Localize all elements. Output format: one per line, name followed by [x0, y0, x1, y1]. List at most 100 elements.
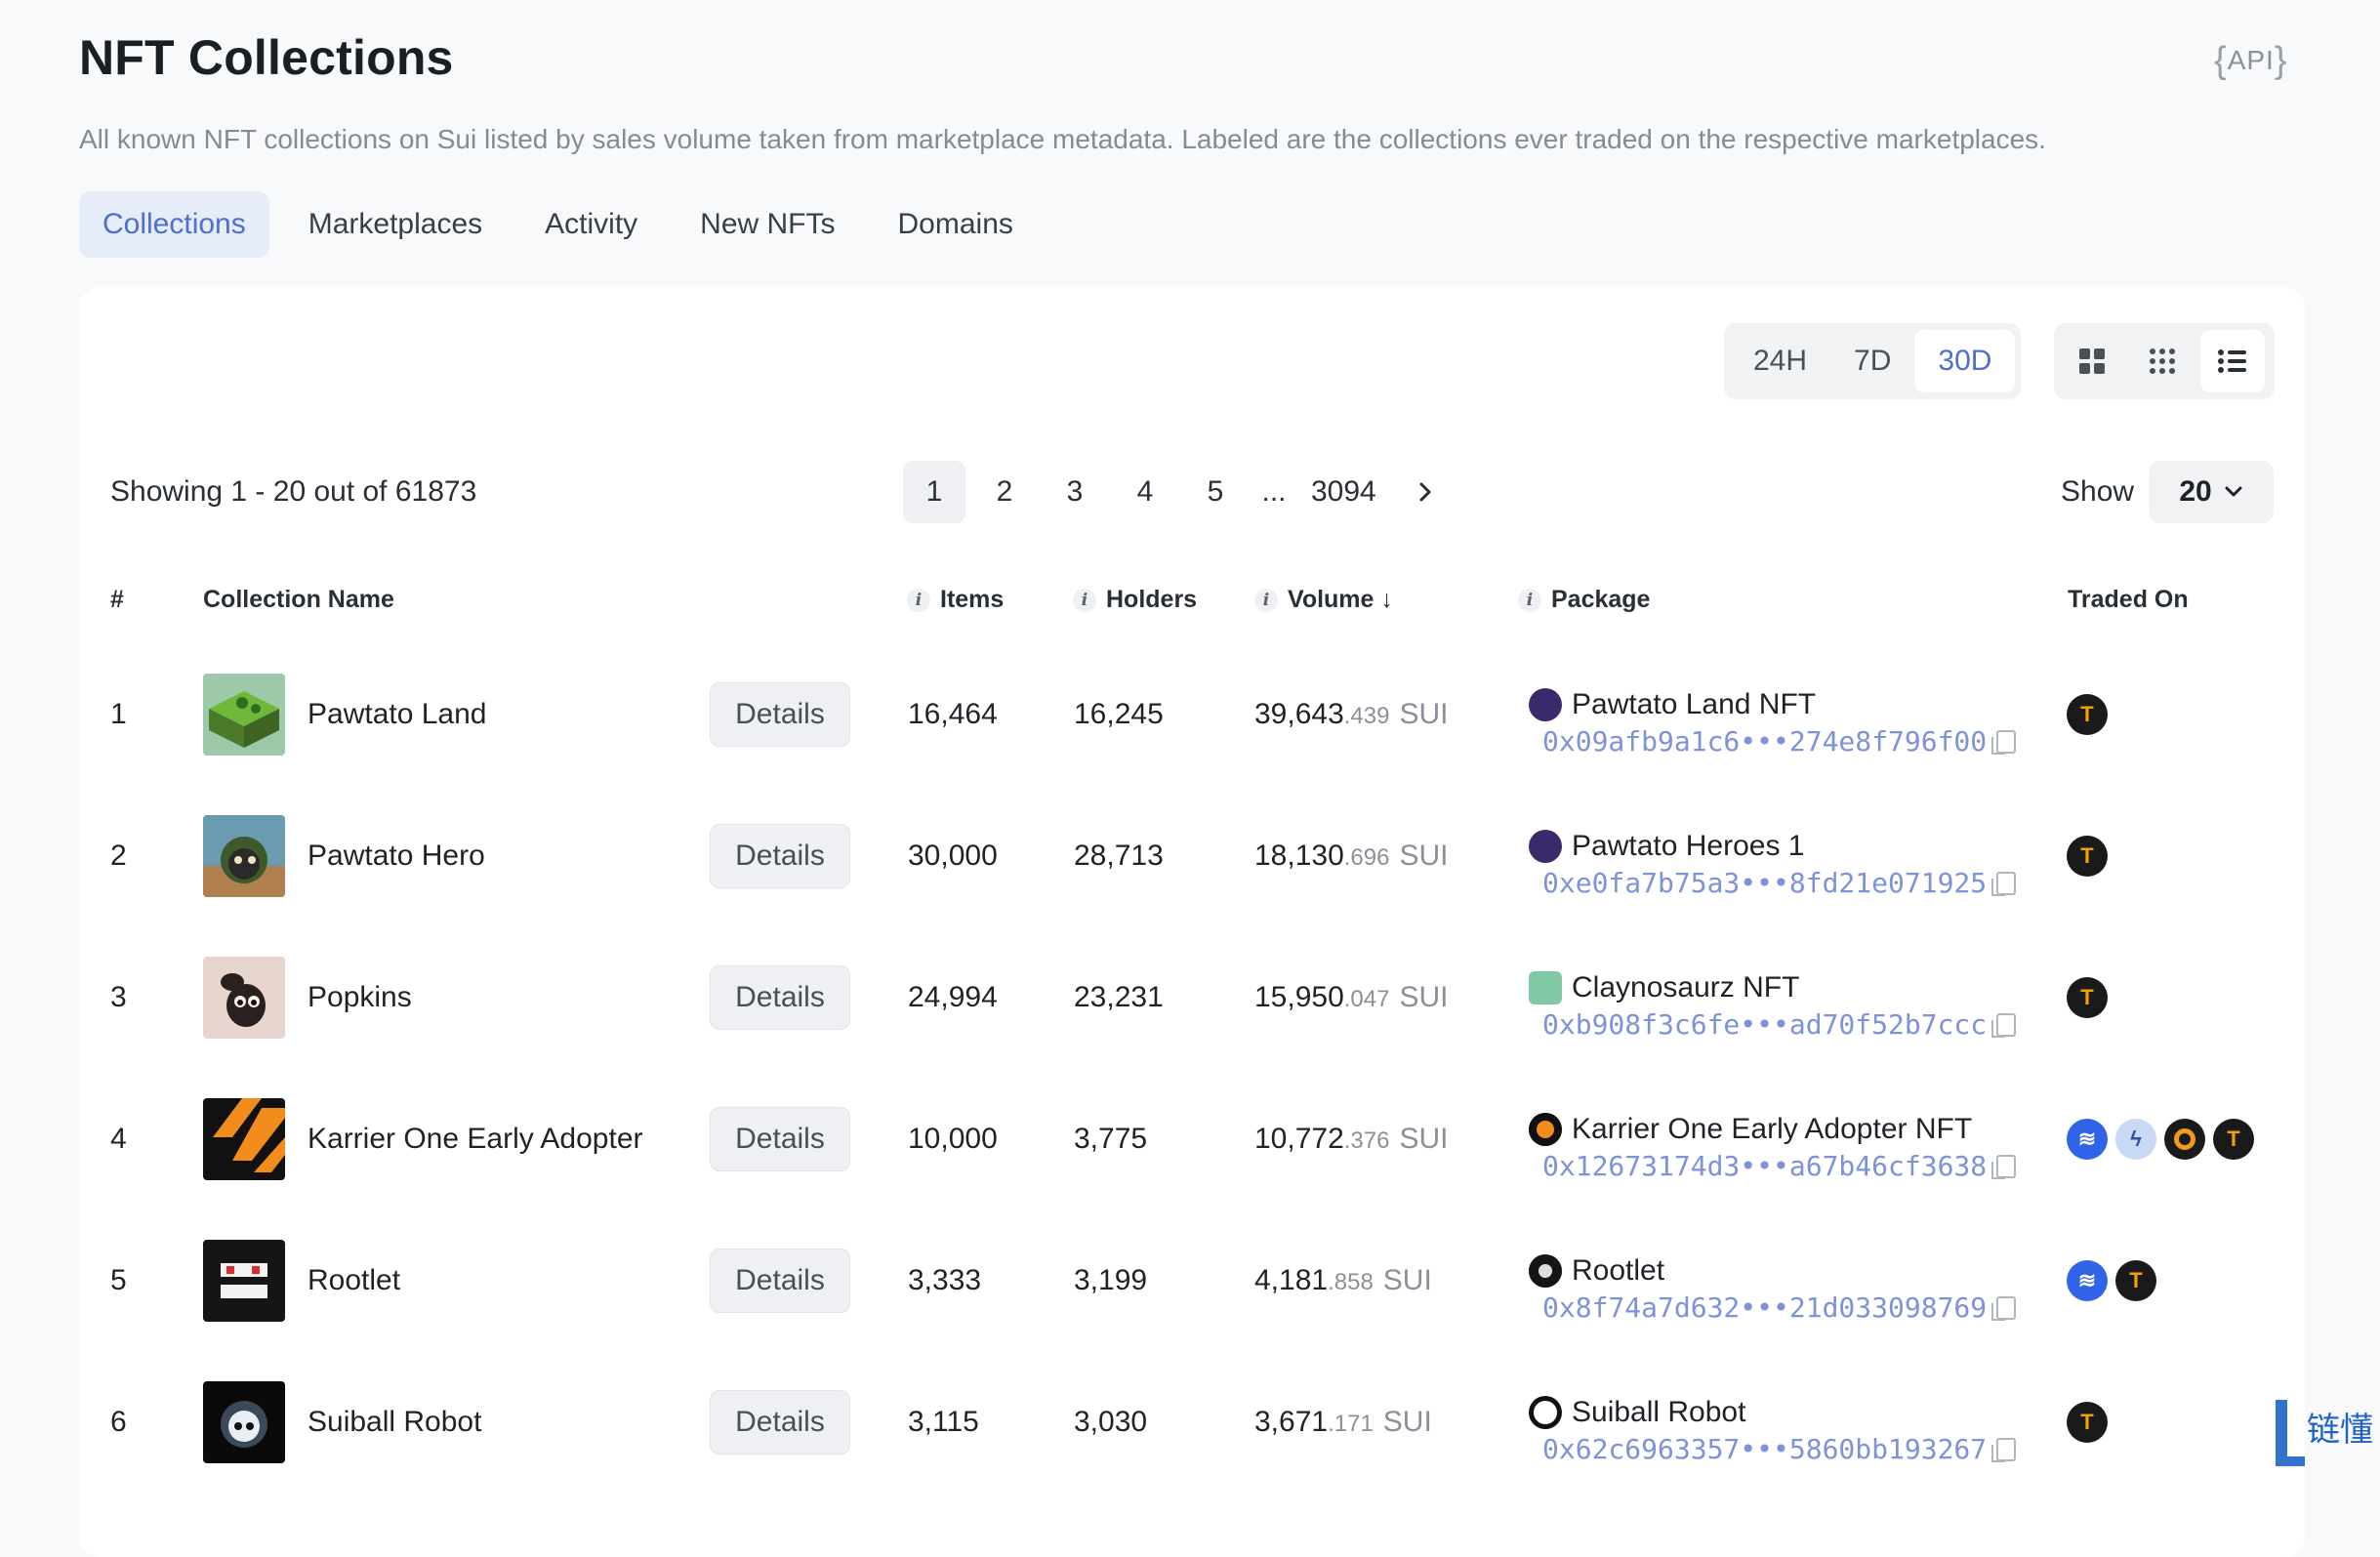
details-button[interactable]: Details [710, 1106, 850, 1171]
wave-marketplace-icon[interactable]: ≋ [2067, 1259, 2108, 1301]
grid-small-view-button[interactable] [2130, 330, 2195, 392]
tradeport-icon[interactable]: T [2067, 693, 2108, 735]
package-address[interactable]: 0x8f74a7d632•••21d033098769 [1542, 1291, 1987, 1324]
watermark-logo: 链懂 [2268, 1396, 2380, 1468]
tradeport-icon[interactable]: T [2067, 835, 2108, 877]
table-row[interactable]: 3 Popkins Details 24,994 23,231 15,950.0… [79, 926, 2305, 1068]
page-5-button[interactable]: 5 [1184, 461, 1247, 523]
row-rank: 2 [110, 839, 127, 872]
info-icon[interactable]: i [1254, 588, 1278, 612]
column-header-package[interactable]: i Package [1518, 586, 1650, 614]
collection-thumbnail[interactable] [203, 1380, 285, 1463]
page-1-button[interactable]: 1 [903, 461, 965, 523]
page-4-button[interactable]: 4 [1114, 461, 1176, 523]
package-logo-icon [1529, 1254, 1562, 1288]
page-2-button[interactable]: 2 [973, 461, 1036, 523]
items-count: 30,000 [908, 839, 998, 872]
package-address[interactable]: 0xe0fa7b75a3•••8fd21e071925 [1542, 867, 1987, 899]
package-name[interactable]: Pawtato Land NFT [1572, 688, 1816, 721]
info-icon[interactable]: i [907, 588, 930, 612]
collection-name[interactable]: Suiball Robot [308, 1406, 481, 1439]
copy-icon[interactable] [1991, 1295, 2017, 1321]
page-size-select[interactable]: 20 [2149, 461, 2274, 523]
collection-thumbnail[interactable] [203, 1097, 285, 1180]
traded-on-list: T [2067, 976, 2108, 1018]
copy-icon[interactable] [1991, 729, 2017, 755]
collection-thumbnail[interactable] [203, 673, 285, 756]
collection-name[interactable]: Karrier One Early Adopter [308, 1123, 643, 1156]
chevron-down-icon [2225, 486, 2242, 497]
volume-value: 4,181.858 SUI [1254, 1263, 1432, 1296]
copy-icon[interactable] [1991, 1154, 2017, 1179]
tab-domains[interactable]: Domains [875, 191, 1037, 258]
tab-new-nfts[interactable]: New NFTs [677, 191, 858, 258]
page-last-button[interactable]: 3094 [1301, 461, 1386, 523]
collection-name[interactable]: Rootlet [308, 1264, 400, 1297]
collection-name[interactable]: Pawtato Land [308, 698, 486, 731]
package-name[interactable]: Karrier One Early Adopter NFT [1572, 1113, 1972, 1146]
api-button[interactable]: {API} [2214, 37, 2288, 81]
row-rank: 5 [110, 1263, 127, 1296]
column-header-holders[interactable]: i Holders [1073, 586, 1197, 614]
package-name[interactable]: Rootlet [1572, 1254, 1664, 1288]
table-row[interactable]: 6 Suiball Robot Details 3,115 3,030 3,67… [79, 1351, 2305, 1493]
bolt-marketplace-icon[interactable]: ϟ [2115, 1118, 2156, 1160]
grid-large-icon [2079, 348, 2105, 374]
details-button[interactable]: Details [710, 964, 850, 1030]
tradeport-icon[interactable]: T [2213, 1118, 2254, 1160]
column-header-name: Collection Name [203, 586, 394, 613]
table-row[interactable]: 2 Pawtato Hero Details 30,000 28,713 18,… [79, 785, 2305, 926]
copy-icon[interactable] [1991, 871, 2017, 896]
next-page-button[interactable] [1394, 461, 1457, 523]
info-icon[interactable]: i [1518, 588, 1541, 612]
column-header-traded-on: Traded On [2068, 586, 2189, 613]
package-address[interactable]: 0x12673174d3•••a67b46cf3638 [1542, 1150, 1987, 1182]
collection-thumbnail[interactable] [203, 814, 285, 897]
list-view-button[interactable] [2200, 330, 2265, 392]
page-3-button[interactable]: 3 [1044, 461, 1106, 523]
grid-large-view-button[interactable] [2060, 330, 2124, 392]
table-row[interactable]: 5 Rootlet Details 3,333 3,199 4,181.858 S… [79, 1209, 2305, 1351]
details-button[interactable]: Details [710, 1248, 850, 1313]
tradeport-icon[interactable]: T [2067, 1401, 2108, 1443]
traded-on-list: T [2067, 835, 2108, 877]
package-cell: Rootlet 0x8f74a7d632•••21d033098769 [1529, 1254, 2017, 1324]
collection-name[interactable]: Popkins [308, 981, 412, 1014]
column-header-items[interactable]: i Items [907, 586, 1004, 614]
package-name[interactable]: Claynosaurz NFT [1572, 971, 1799, 1004]
copy-icon[interactable] [1991, 1437, 2017, 1462]
traded-on-list: ≋ ϟ T [2067, 1118, 2254, 1160]
ring-marketplace-icon[interactable] [2164, 1118, 2205, 1160]
package-name[interactable]: Suiball Robot [1572, 1396, 1745, 1429]
collection-name[interactable]: Pawtato Hero [308, 840, 485, 873]
tab-collections[interactable]: Collections [79, 191, 269, 258]
table-row[interactable]: 4 Karrier One Early Adopter Details 10,0… [79, 1068, 2305, 1209]
tradeport-icon[interactable]: T [2067, 976, 2108, 1018]
holders-count: 3,775 [1074, 1122, 1148, 1155]
copy-icon[interactable] [1991, 1012, 2017, 1038]
row-rank: 3 [110, 980, 127, 1013]
column-header-volume[interactable]: i Volume ↓ [1254, 586, 1393, 614]
package-name[interactable]: Pawtato Heroes 1 [1572, 830, 1804, 863]
tab-marketplaces[interactable]: Marketplaces [285, 191, 506, 258]
package-address[interactable]: 0x62c6963357•••5860bb193267 [1542, 1433, 1987, 1465]
collection-thumbnail[interactable] [203, 1239, 285, 1322]
package-cell: Pawtato Heroes 1 0xe0fa7b75a3•••8fd21e07… [1529, 830, 2017, 899]
details-button[interactable]: Details [710, 1389, 850, 1455]
period-30d-button[interactable]: 30D [1914, 330, 2016, 392]
collection-thumbnail[interactable] [203, 956, 285, 1039]
package-cell: Suiball Robot 0x62c6963357•••5860bb19326… [1529, 1396, 2017, 1465]
info-icon[interactable]: i [1073, 588, 1096, 612]
holders-count: 28,713 [1074, 839, 1164, 872]
tab-activity[interactable]: Activity [521, 191, 661, 258]
details-button[interactable]: Details [710, 823, 850, 888]
package-address[interactable]: 0xb908f3c6fe•••ad70f52b7ccc [1542, 1008, 1987, 1041]
period-7d-button[interactable]: 7D [1830, 330, 1914, 392]
period-24h-button[interactable]: 24H [1730, 330, 1830, 392]
wave-marketplace-icon[interactable]: ≋ [2067, 1118, 2108, 1160]
tradeport-icon[interactable]: T [2115, 1259, 2156, 1301]
details-button[interactable]: Details [710, 681, 850, 747]
package-address[interactable]: 0x09afb9a1c6•••274e8f796f00 [1542, 725, 1987, 758]
table-row[interactable]: 1 Pawtato Land Details 16,464 16,245 39,… [79, 643, 2305, 785]
package-cell: Karrier One Early Adopter NFT 0x12673174… [1529, 1113, 2017, 1182]
